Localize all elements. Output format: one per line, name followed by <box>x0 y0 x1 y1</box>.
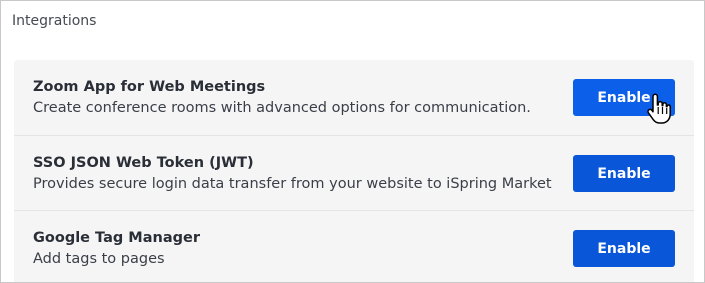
enable-google-tag-manager-button[interactable]: Enable <box>573 230 675 267</box>
enable-sso-jwt-button[interactable]: Enable <box>573 155 675 192</box>
integration-row-google-tag-manager: Google Tag Manager Add tags to pages Ena… <box>14 210 694 282</box>
integrations-panel: Integrations Zoom App for Web Meetings C… <box>0 0 705 283</box>
hand-pointer-icon <box>647 93 671 124</box>
integration-description: Provides secure login data transfer from… <box>33 176 552 192</box>
integration-row-zoom: Zoom App for Web Meetings Create confere… <box>14 60 694 135</box>
section-title: Integrations <box>12 13 97 29</box>
integration-title: Google Tag Manager <box>33 230 200 246</box>
integration-title: SSO JSON Web Token (JWT) <box>33 155 254 171</box>
integration-description: Add tags to pages <box>33 251 165 267</box>
integrations-list: Zoom App for Web Meetings Create confere… <box>14 60 694 282</box>
integration-title: Zoom App for Web Meetings <box>33 79 266 95</box>
integration-description: Create conference rooms with advanced op… <box>33 100 531 116</box>
integration-row-sso-jwt: SSO JSON Web Token (JWT) Provides secure… <box>14 135 694 211</box>
